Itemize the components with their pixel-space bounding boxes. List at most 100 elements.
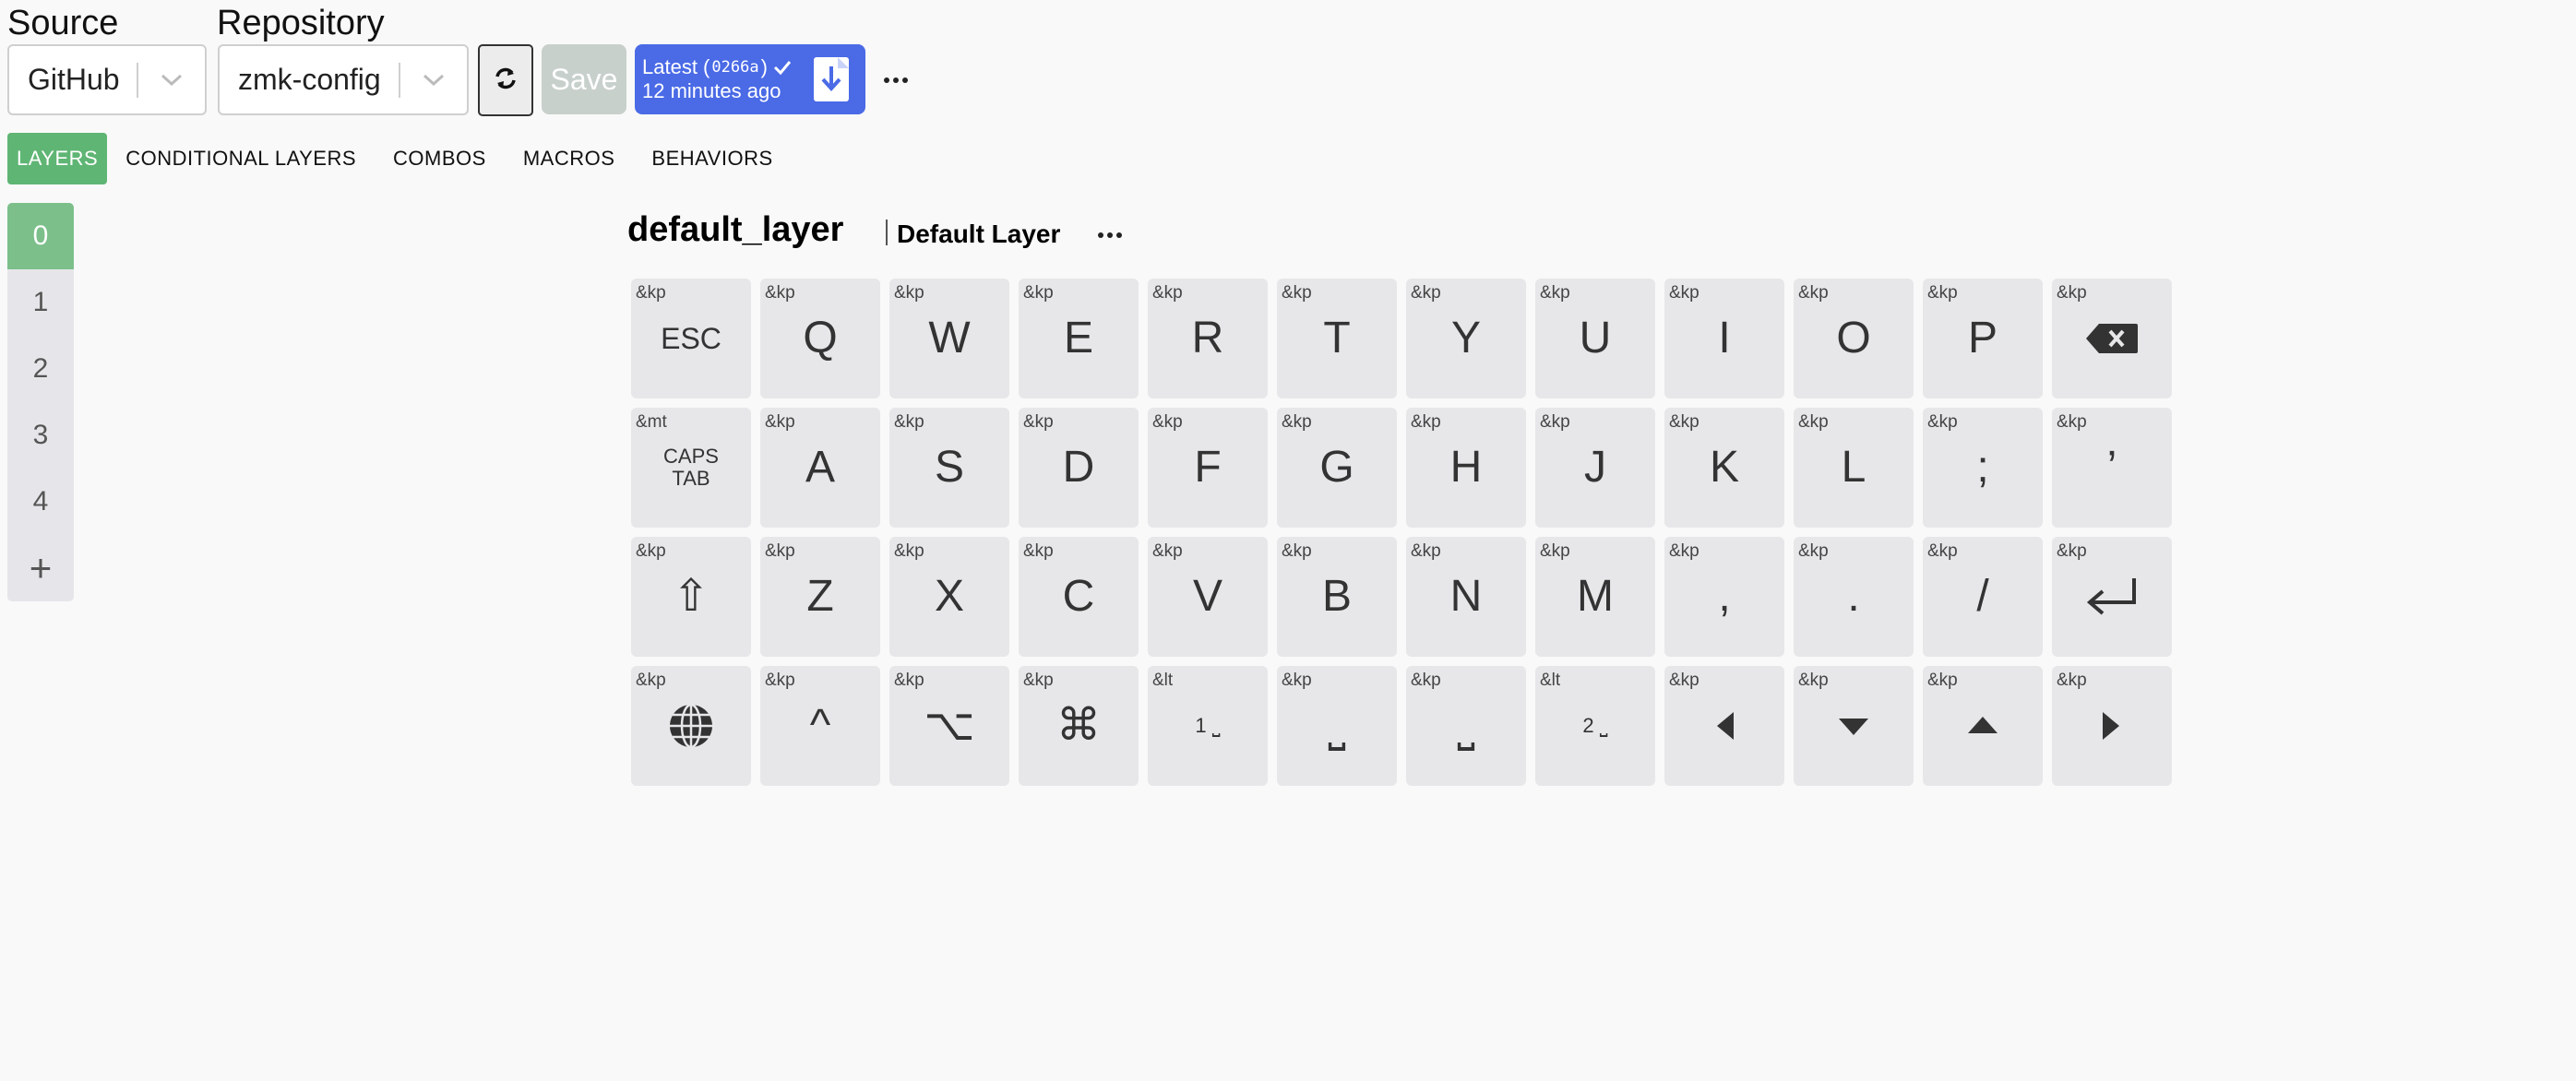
key-label: CAPS TAB	[663, 444, 719, 490]
key[interactable]: &kp G	[1277, 408, 1397, 528]
key-label: Q	[803, 314, 838, 362]
key[interactable]: &kp L	[1794, 408, 1914, 528]
key[interactable]: &kp	[1664, 666, 1784, 786]
chevron-down-icon[interactable]	[138, 73, 205, 88]
key[interactable]: &kp M	[1535, 537, 1655, 657]
key-label: G	[1319, 443, 1354, 492]
key[interactable]: &kp ⌘	[1019, 666, 1139, 786]
key[interactable]: &kp C	[1019, 537, 1139, 657]
save-button[interactable]: Save	[542, 44, 626, 114]
key[interactable]: &kp E	[1019, 279, 1139, 398]
key[interactable]: &kp H	[1406, 408, 1526, 528]
key[interactable]: &kp A	[760, 408, 880, 528]
latest-suffix: )	[760, 55, 768, 78]
key[interactable]: &mt CAPS TAB	[631, 408, 751, 528]
key-label: K	[1709, 443, 1739, 492]
key[interactable]: &kp ⎵	[1277, 666, 1397, 786]
key-behavior-label: &kp	[1152, 283, 1183, 303]
key-label: A	[805, 443, 835, 492]
key-label: B	[1321, 572, 1352, 621]
key[interactable]: &kp S	[889, 408, 1009, 528]
key-behavior-label: &kp	[1798, 671, 1829, 690]
key[interactable]: &kp	[1794, 666, 1914, 786]
key-behavior-label: &kp	[765, 541, 795, 561]
key-label: D	[1062, 443, 1095, 492]
key[interactable]: &kp Y	[1406, 279, 1526, 398]
key-label: 1 ⎵	[1195, 714, 1221, 737]
key-label: F	[1194, 443, 1222, 492]
key[interactable]: &lt 2 ⎵	[1535, 666, 1655, 786]
key[interactable]: &kp T	[1277, 279, 1397, 398]
layer-item-0[interactable]: 0	[7, 203, 74, 269]
key[interactable]: &kp Q	[760, 279, 880, 398]
tab-combos[interactable]: COMBOS	[375, 133, 505, 184]
key[interactable]: &kp K	[1664, 408, 1784, 528]
key-behavior-label: &kp	[1669, 283, 1699, 303]
layer-item-1[interactable]: 1	[7, 269, 74, 336]
layer-name[interactable]: Default Layer	[897, 220, 1060, 249]
key[interactable]: &lt 1 ⎵	[1148, 666, 1268, 786]
key[interactable]: &kp ’	[2052, 408, 2172, 528]
layer-id: default_layer	[627, 210, 844, 249]
refresh-button[interactable]	[478, 44, 533, 116]
key[interactable]: &kp J	[1535, 408, 1655, 528]
key[interactable]: &kp	[1923, 666, 2043, 786]
layer-more-options-icon[interactable]	[1098, 232, 1122, 238]
latest-build-button[interactable]: Latest ( 0266a ) 12 minutes ago	[635, 44, 865, 114]
key-label: ’	[2106, 443, 2117, 492]
key[interactable]: &kp Z	[760, 537, 880, 657]
key[interactable]: &kp D	[1019, 408, 1139, 528]
chevron-down-icon[interactable]	[400, 73, 467, 88]
key[interactable]: &kp;	[1923, 408, 2043, 528]
key[interactable]: &kp V	[1148, 537, 1268, 657]
key[interactable]: &kp	[2052, 537, 2172, 657]
key-behavior-label: &kp	[765, 412, 795, 432]
key[interactable]: &kp ^	[760, 666, 880, 786]
key[interactable]: &kp W	[889, 279, 1009, 398]
key[interactable]: &kp /	[1923, 537, 2043, 657]
key[interactable]: &kp B	[1277, 537, 1397, 657]
key[interactable]: &kp X	[889, 537, 1009, 657]
tab-behaviors[interactable]: BEHAVIORS	[633, 133, 791, 184]
key[interactable]: &kp ⌥	[889, 666, 1009, 786]
key[interactable]: &kp R	[1148, 279, 1268, 398]
key[interactable]: &kp ESC	[631, 279, 751, 398]
key-behavior-label: &kp	[1282, 283, 1312, 303]
key[interactable]: &kp	[2052, 279, 2172, 398]
key[interactable]: &kp.	[1794, 537, 1914, 657]
key[interactable]: &kp	[2052, 666, 2172, 786]
key[interactable]: &kp U	[1535, 279, 1655, 398]
tab-conditional-layers[interactable]: CONDITIONAL LAYERS	[107, 133, 375, 184]
key-label: E	[1063, 314, 1093, 362]
source-select-value: GitHub	[28, 63, 120, 96]
tab-layers[interactable]: LAYERS	[7, 133, 108, 184]
layer-item-4[interactable]: 4	[7, 469, 74, 535]
key[interactable]: &kp P	[1923, 279, 2043, 398]
key-behavior-label: &kp	[1669, 541, 1699, 561]
tab-macros[interactable]: MACROS	[505, 133, 634, 184]
source-select[interactable]: GitHub	[7, 44, 207, 115]
key[interactable]: &kp ⇧	[631, 537, 751, 657]
key[interactable]: &kp F	[1148, 408, 1268, 528]
repository-select[interactable]: zmk-config	[218, 44, 469, 115]
add-layer-button[interactable]: +	[7, 535, 74, 601]
key-label: M	[1577, 572, 1614, 621]
key-behavior-label: &kp	[1411, 671, 1441, 690]
key-label: ⎵	[1457, 701, 1475, 750]
layer-item-3[interactable]: 3	[7, 402, 74, 469]
download-file-icon[interactable]	[814, 57, 849, 101]
key[interactable]: &kp I	[1664, 279, 1784, 398]
key[interactable]: &kp O	[1794, 279, 1914, 398]
more-options-icon[interactable]	[884, 77, 908, 83]
layer-item-2[interactable]: 2	[7, 336, 74, 402]
key-label: ;	[1976, 443, 1989, 492]
key[interactable]: &kp	[631, 666, 751, 786]
arrow-down-icon	[1837, 715, 1870, 737]
key[interactable]: &kp ⎵	[1406, 666, 1526, 786]
key-behavior-label: &kp	[1152, 412, 1183, 432]
key-label: S	[934, 443, 964, 492]
key-behavior-label: &lt	[1152, 671, 1174, 690]
key[interactable]: &kp N	[1406, 537, 1526, 657]
key[interactable]: &kp,	[1664, 537, 1784, 657]
key-behavior-label: &kp	[636, 671, 666, 690]
